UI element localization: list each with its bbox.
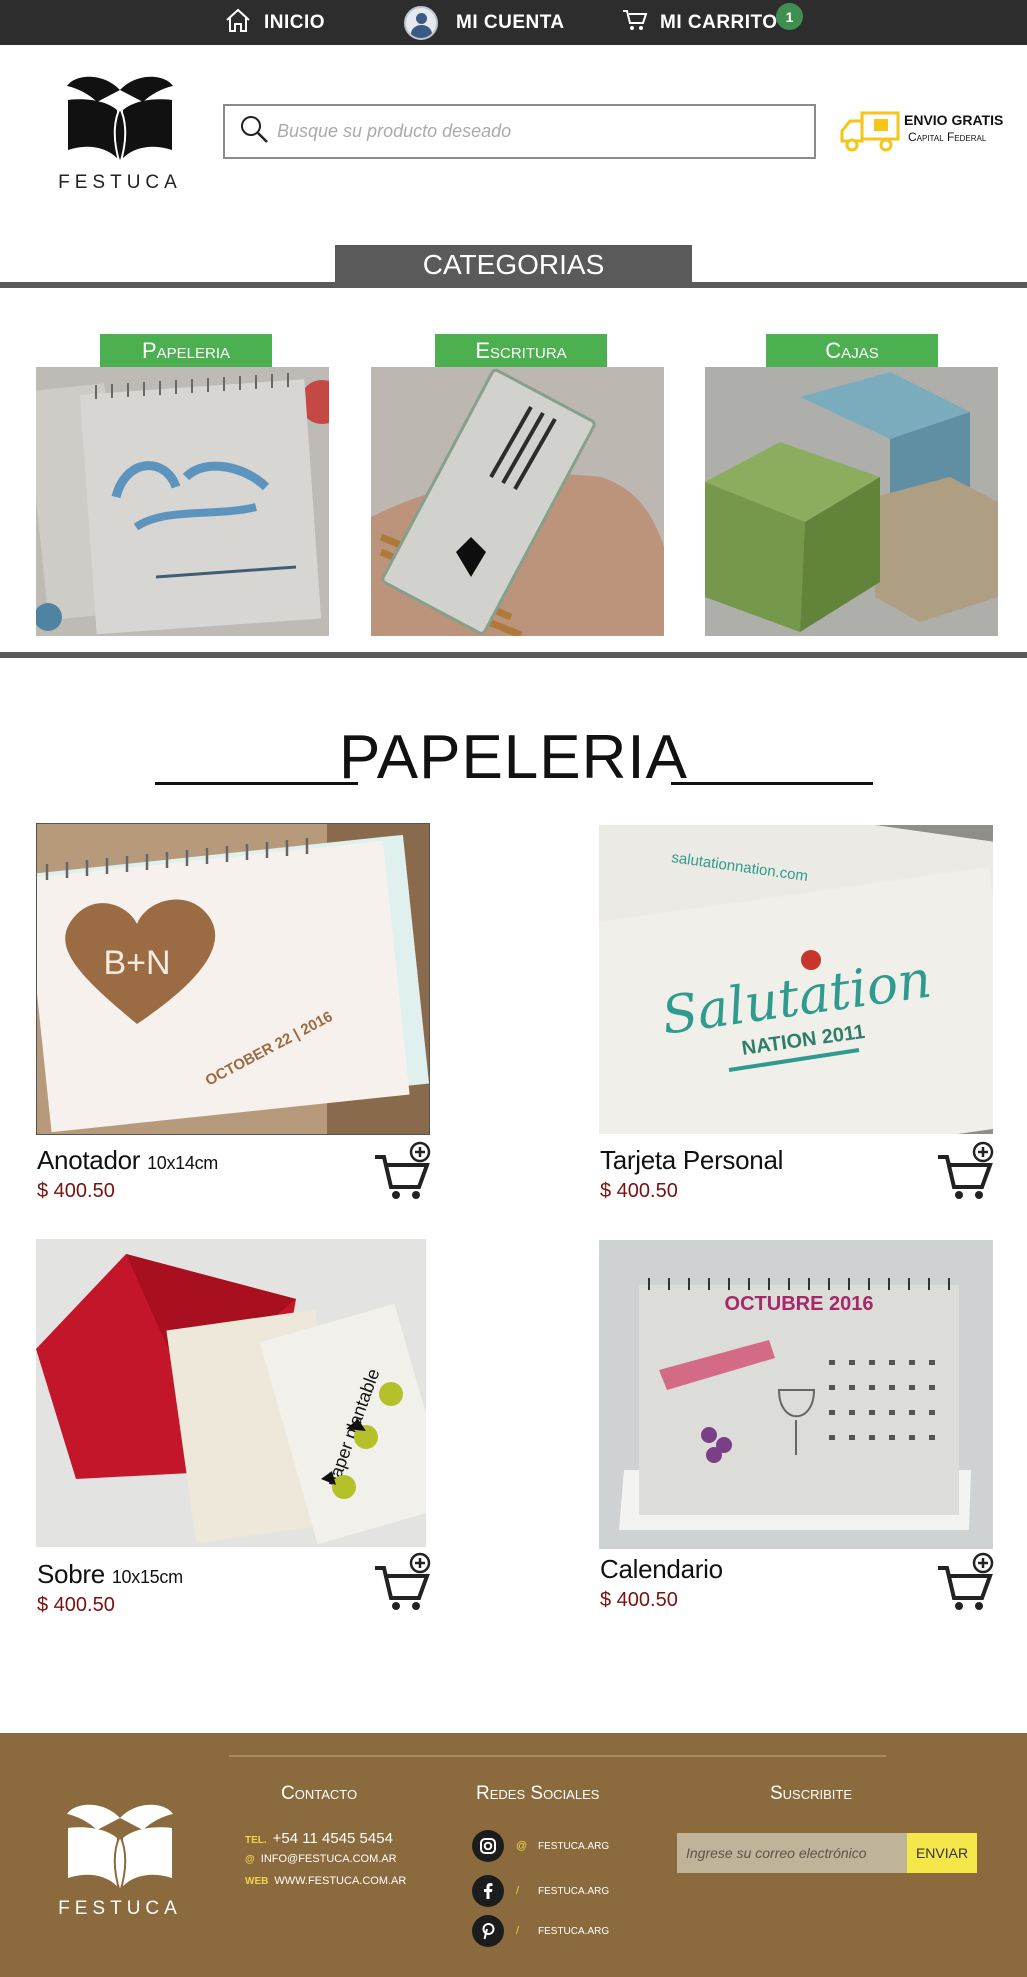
- category-label: Escritura: [435, 334, 607, 368]
- footer-website[interactable]: WEB WWW.FESTUCA.COM.AR: [245, 1875, 406, 1887]
- pinterest-icon: [472, 1915, 504, 1947]
- category-papeleria-image[interactable]: [36, 367, 329, 636]
- free-shipping-banner: ENVIO GRATIS Capital Federal: [838, 106, 1018, 156]
- add-to-cart-button[interactable]: [372, 1552, 432, 1612]
- nav-home-label: INICIO: [264, 11, 326, 33]
- home-icon: [224, 7, 252, 39]
- newsletter-submit-button[interactable]: ENVIAR: [907, 1833, 977, 1873]
- newsletter-form: ENVIAR: [677, 1833, 977, 1873]
- footer-brand-name: FESTUCA: [58, 1898, 182, 1919]
- book-leaf-logo-icon: [67, 76, 173, 168]
- social-link-instagram[interactable]: @ FESTUCA.ARG: [472, 1830, 609, 1862]
- add-to-cart-button[interactable]: [935, 1141, 995, 1201]
- product-image-sobre[interactable]: paper plantable: [36, 1239, 426, 1547]
- cart-icon: [622, 8, 648, 38]
- add-to-cart-button[interactable]: [935, 1552, 995, 1612]
- top-navigation-bar: INICIO MI CUENTA MI CARRITO 1: [0, 0, 1027, 45]
- free-shipping-area: Capital Federal: [908, 130, 987, 144]
- social-link-pinterest[interactable]: / FESTUCA.ARG: [472, 1915, 609, 1947]
- categories-divider-bottom: [0, 652, 1027, 658]
- category-label: Papeleria: [100, 334, 272, 368]
- footer-logo[interactable]: FESTUCA: [45, 1788, 195, 1928]
- product-image-tarjeta[interactable]: salutationnation.com Salutation NATION 2…: [599, 825, 993, 1134]
- product-name: Sobre 10x15cm: [37, 1559, 183, 1589]
- add-to-cart-button[interactable]: [372, 1141, 432, 1201]
- social-link-facebook[interactable]: / FESTUCA.ARG: [472, 1875, 609, 1907]
- footer-phone: TEL. +54 11 4545 5454: [245, 1830, 393, 1847]
- cart-plus-icon: [375, 1552, 431, 1610]
- product-price: $ 400.50: [37, 1594, 115, 1616]
- category-label: Cajas: [766, 334, 938, 368]
- product-image-calendario[interactable]: OCTUBRE 2016: [599, 1240, 993, 1549]
- categories-heading: CATEGORIAS: [335, 245, 692, 285]
- cart-plus-icon: [938, 1141, 994, 1199]
- footer-divider: [229, 1755, 886, 1757]
- product-price: $ 400.50: [600, 1180, 678, 1202]
- section-title-line-right: [671, 782, 873, 785]
- nav-account-label: MI CUENTA: [456, 11, 565, 33]
- category-cajas-image[interactable]: [705, 367, 998, 636]
- user-avatar-icon: [404, 5, 438, 40]
- newsletter-email-input[interactable]: [677, 1833, 907, 1873]
- product-price: $ 400.50: [600, 1589, 678, 1611]
- product-image-anotador[interactable]: B+N OCTOBER 22 | 2016: [36, 823, 430, 1135]
- footer-social-title: Redes Sociales: [476, 1783, 600, 1804]
- instagram-icon: [472, 1830, 504, 1862]
- cart-count-badge: 1: [776, 3, 803, 30]
- categories-divider-top: [0, 282, 1027, 288]
- footer-subscribe-title: Suscribite: [770, 1783, 853, 1804]
- search-input[interactable]: [277, 121, 777, 142]
- search-box[interactable]: [223, 104, 816, 159]
- nav-account[interactable]: MI CUENTA: [404, 0, 565, 45]
- product-name: Calendario: [600, 1554, 723, 1584]
- brand-logo[interactable]: FESTUCA: [45, 60, 195, 195]
- free-shipping-title: ENVIO GRATIS: [904, 112, 1004, 128]
- footer-email[interactable]: @ INFO@FESTUCA.COM.AR: [245, 1853, 397, 1865]
- product-name: Tarjeta Personal: [600, 1145, 784, 1175]
- cart-plus-icon: [938, 1552, 994, 1610]
- facebook-icon: [472, 1875, 504, 1907]
- delivery-truck-icon: [840, 111, 900, 152]
- cart-plus-icon: [375, 1141, 431, 1199]
- product-price: $ 400.50: [37, 1180, 115, 1202]
- social-handle: FESTUCA.ARG: [538, 1840, 610, 1852]
- product-name: Anotador 10x14cm: [37, 1145, 218, 1175]
- nav-cart[interactable]: MI CARRITO: [622, 0, 778, 45]
- book-leaf-logo-icon: [67, 1804, 173, 1896]
- search-icon[interactable]: [239, 114, 269, 149]
- brand-name: FESTUCA: [58, 172, 182, 193]
- social-handle: FESTUCA.ARG: [538, 1885, 610, 1897]
- footer-contact-title: Contacto: [281, 1783, 358, 1804]
- image-text-month: OCTUBRE 2016: [725, 1293, 874, 1315]
- category-escritura-image[interactable]: [371, 367, 664, 636]
- nav-home[interactable]: INICIO: [224, 0, 325, 45]
- footer: FESTUCA Contacto TEL. +54 11 4545 5454 @ I…: [0, 1733, 1027, 1977]
- nav-cart-label: MI CARRITO: [660, 11, 778, 33]
- social-handle: FESTUCA.ARG: [538, 1925, 610, 1937]
- image-text-initials: B+N: [103, 944, 170, 982]
